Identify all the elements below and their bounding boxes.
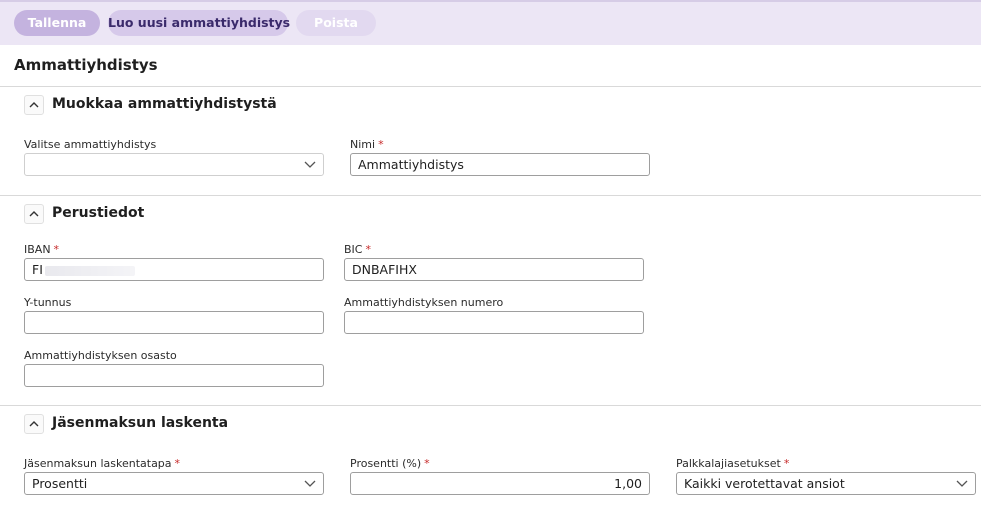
percent-input[interactable]: 1,00: [350, 472, 650, 495]
union-number-input[interactable]: [344, 311, 644, 334]
salary-settings-dropdown[interactable]: Kaikki verotettavat ansiot: [676, 472, 976, 495]
ytunnus-input[interactable]: [24, 311, 324, 334]
name-input[interactable]: Ammattiyhdistys: [350, 153, 650, 176]
union-number-label: Ammattiyhdistyksen numero: [344, 296, 504, 309]
iban-label: IBAN *: [24, 243, 60, 256]
chevron-down-icon: [304, 480, 316, 487]
chevron-up-icon: [29, 211, 39, 217]
fee-method-dropdown[interactable]: Prosentti: [24, 472, 324, 495]
union-branch-input[interactable]: [24, 364, 324, 387]
ytunnus-label: Y-tunnus: [24, 296, 72, 309]
delete-button[interactable]: Poista: [296, 10, 376, 36]
name-label: Nimi *: [350, 138, 384, 151]
redacted-text: [44, 265, 135, 276]
chevron-down-icon: [304, 161, 316, 168]
chevron-up-icon: [29, 421, 39, 427]
save-button[interactable]: Tallenna: [14, 10, 100, 36]
section-edit-collapse-toggle[interactable]: [24, 95, 44, 115]
bic-label: BIC *: [344, 243, 371, 256]
select-union-dropdown[interactable]: [24, 153, 324, 176]
select-union-label: Valitse ammattiyhdistys: [24, 138, 157, 151]
divider: [0, 405, 981, 406]
chevron-down-icon: [956, 480, 968, 487]
section-fee-collapse-toggle[interactable]: [24, 414, 44, 434]
divider: [0, 195, 981, 196]
fee-method-label: Jäsenmaksun laskentatapa *: [24, 457, 181, 470]
toolbar: Tallenna Luo uusi ammattiyhdistys Poista: [0, 0, 981, 45]
page-title: Ammattiyhdistys: [14, 56, 158, 74]
section-basic-title: Perustiedot: [52, 205, 145, 221]
salary-settings-label: Palkkalajiasetukset *: [676, 457, 790, 470]
iban-input[interactable]: FI: [24, 258, 324, 281]
bic-input[interactable]: DNBAFIHX: [344, 258, 644, 281]
percent-label: Prosentti (%) *: [350, 457, 430, 470]
create-new-union-button[interactable]: Luo uusi ammattiyhdistys: [108, 10, 290, 36]
section-fee-title: Jäsenmaksun laskenta: [52, 415, 229, 431]
section-basic-collapse-toggle[interactable]: [24, 204, 44, 224]
section-edit-title: Muokkaa ammattiyhdistystä: [52, 96, 277, 112]
union-branch-label: Ammattiyhdistyksen osasto: [24, 349, 177, 362]
chevron-up-icon: [29, 102, 39, 108]
divider: [0, 86, 981, 87]
